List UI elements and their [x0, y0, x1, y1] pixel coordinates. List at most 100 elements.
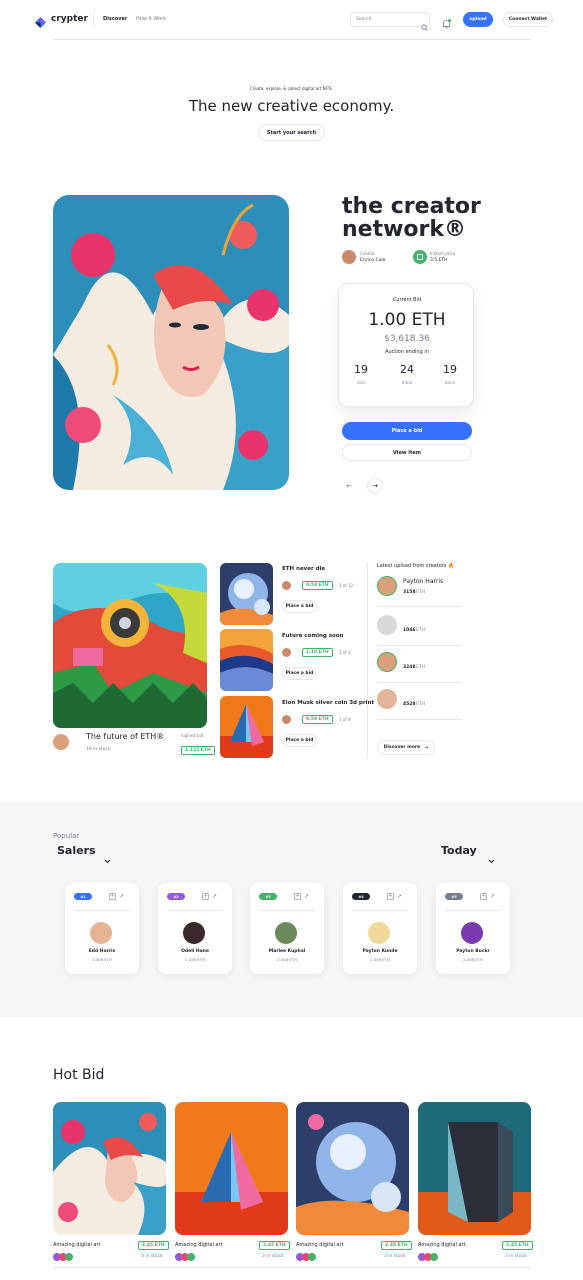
- share-icon[interactable]: ↗: [212, 893, 217, 900]
- collection-item-3-bid-label: Place a bid: [285, 738, 314, 743]
- seller-avatar[interactable]: [90, 922, 112, 944]
- seller-rank-badge: #1: [74, 893, 92, 900]
- period-dropdown-label[interactable]: Today: [441, 844, 477, 857]
- hotbid-card-2-stock: 3 in stock: [262, 1254, 284, 1259]
- chevron-down-icon[interactable]: [488, 849, 495, 868]
- brand-name[interactable]: crypter: [51, 14, 88, 24]
- start-search-button[interactable]: Start your search: [258, 124, 325, 141]
- next-arrow-button[interactable]: →: [367, 478, 383, 494]
- collection-item-3-price: 0.59 ETH: [302, 715, 333, 724]
- collection-item-3-title[interactable]: Elon Musk silver coin 3d print: [282, 700, 374, 706]
- hot-bid-title: Hot Bid: [53, 1067, 105, 1083]
- collection-item-1-image[interactable]: [220, 563, 273, 625]
- seller-name: Marlee Kuphal: [268, 949, 306, 954]
- collection-divider: [367, 563, 368, 758]
- feature-title-line2: network®: [342, 217, 467, 242]
- prev-arrow-button[interactable]: ←: [341, 478, 357, 494]
- creator-1-amount: 3158: [403, 590, 416, 595]
- hotbid-card-4-price: 2.45 ETH: [502, 1241, 533, 1250]
- collection-item-3-bid-button[interactable]: Place a bid: [282, 734, 317, 747]
- creator-3-avatar[interactable]: [377, 652, 397, 672]
- timer-mins-unit: mins: [401, 381, 413, 386]
- hero-title: The new creative economy.: [188, 97, 395, 115]
- upload-button[interactable]: upload: [463, 12, 493, 27]
- creator-divider: [377, 682, 462, 683]
- discover-more-button[interactable]: Discover more →: [377, 740, 435, 755]
- creator-1-avatar[interactable]: [377, 576, 397, 596]
- auction-label: Auction ending in: [385, 349, 429, 355]
- add-icon[interactable]: +: [387, 893, 394, 900]
- connect-wallet-button[interactable]: Connect Wallet: [503, 12, 553, 27]
- creator-4-avatar[interactable]: [377, 689, 397, 709]
- collection-main-title[interactable]: The future of ETH®: [86, 732, 164, 741]
- collection-item-2-bid-button[interactable]: Place a bid: [282, 667, 317, 680]
- seller-avatar[interactable]: [275, 922, 297, 944]
- latest-title: Latest upload from creators 🔥: [377, 563, 455, 569]
- feature-artwork[interactable]: [53, 195, 289, 490]
- creator-1-name[interactable]: Payton Harris: [403, 578, 443, 585]
- creator-1-unit: ETH: [416, 590, 425, 595]
- collection-item-3-image[interactable]: [220, 696, 273, 758]
- seller-rank-badge: #2: [167, 893, 185, 900]
- search-icon[interactable]: [421, 16, 428, 35]
- current-bid-label: Current Bid: [392, 297, 422, 303]
- add-icon[interactable]: +: [109, 893, 116, 900]
- seller-card-3[interactable]: #3 + ↗ Marlee Kuphal 2.456 ETH: [250, 883, 324, 974]
- creator-name[interactable]: Enrico Cole: [360, 258, 385, 263]
- hotbid-card-2-price: 2.45 ETH: [259, 1241, 290, 1250]
- place-bid-label: Place a bid: [391, 428, 423, 434]
- seller-name: Odell Hane: [181, 949, 209, 954]
- seller-card-2[interactable]: #2 + ↗ Odell Hane 2.456 ETH: [158, 883, 232, 974]
- bell-icon[interactable]: [442, 14, 451, 33]
- collection-item-3-avatar: [282, 715, 291, 724]
- view-item-button[interactable]: View item: [342, 444, 472, 461]
- share-icon[interactable]: ↗: [397, 893, 402, 900]
- hotbid-card-1-image[interactable]: [53, 1102, 166, 1235]
- collection-main-image[interactable]: [53, 563, 207, 728]
- share-icon[interactable]: ↗: [490, 893, 495, 900]
- collection-item-2-image[interactable]: [220, 629, 273, 691]
- nav-discover[interactable]: Discover: [103, 16, 127, 22]
- chevron-down-icon[interactable]: [104, 849, 111, 868]
- hotbid-card-4-image[interactable]: [418, 1102, 531, 1235]
- popular-label: Popular: [53, 832, 80, 840]
- add-icon[interactable]: +: [202, 893, 209, 900]
- creator-4-unit: ETH: [416, 702, 425, 707]
- seller-card-1[interactable]: #1 + ↗ Edd Harris 2.456 ETH: [65, 883, 139, 974]
- place-bid-button[interactable]: Place a bid: [342, 422, 472, 440]
- collection-item-2-price: 1.10 ETH: [302, 648, 333, 657]
- share-icon[interactable]: ↗: [304, 893, 309, 900]
- search-input[interactable]: Search: [350, 12, 430, 31]
- seller-avatar[interactable]: [183, 922, 205, 944]
- share-icon[interactable]: ↗: [119, 893, 124, 900]
- hotbid-card-2-image[interactable]: [175, 1102, 288, 1235]
- hotbid-card-1-avatars: [53, 1253, 75, 1261]
- hotbid-card-3-name: Amazing digital art: [296, 1242, 344, 1248]
- creator-divider: [377, 645, 462, 646]
- seller-name: Payton Kunde: [362, 949, 398, 954]
- collection-item-2-title[interactable]: Future coming soon: [282, 633, 343, 639]
- arrow-right-icon: →: [424, 744, 429, 751]
- creator-3-unit: ETH: [416, 665, 425, 670]
- collection-item-1-bid-button[interactable]: Place a bid: [282, 600, 317, 613]
- creator-4-amount: 4528: [403, 702, 416, 707]
- seller-avatar[interactable]: [461, 922, 483, 944]
- collection-item-1-title[interactable]: ETH never die: [282, 566, 325, 572]
- add-icon[interactable]: +: [294, 893, 301, 900]
- collection-item-2-avatar: [282, 648, 291, 657]
- timer-secs: 19: [443, 363, 457, 376]
- creator-2-avatar[interactable]: [377, 615, 397, 635]
- collection-item-1-bid-label: Place a bid: [285, 604, 314, 609]
- seller-card-5[interactable]: #5 + ↗ Payton Buckr 2.456 ETH: [436, 883, 510, 974]
- instant-price-label: Instant price: [430, 251, 456, 256]
- seller-avatar[interactable]: [368, 922, 390, 944]
- add-icon[interactable]: +: [480, 893, 487, 900]
- hotbid-card-3-image[interactable]: [296, 1102, 409, 1235]
- creator-avatar[interactable]: [342, 250, 356, 264]
- nav-how-it-work[interactable]: How it Work: [136, 16, 166, 22]
- card-divider: [445, 910, 501, 911]
- seller-card-4[interactable]: #4 + ↗ Payton Kunde 2.456 ETH: [343, 883, 417, 974]
- collection-main-avatar[interactable]: [53, 734, 69, 750]
- logo-icon[interactable]: [35, 13, 46, 28]
- salers-dropdown-label[interactable]: Salers: [57, 844, 96, 857]
